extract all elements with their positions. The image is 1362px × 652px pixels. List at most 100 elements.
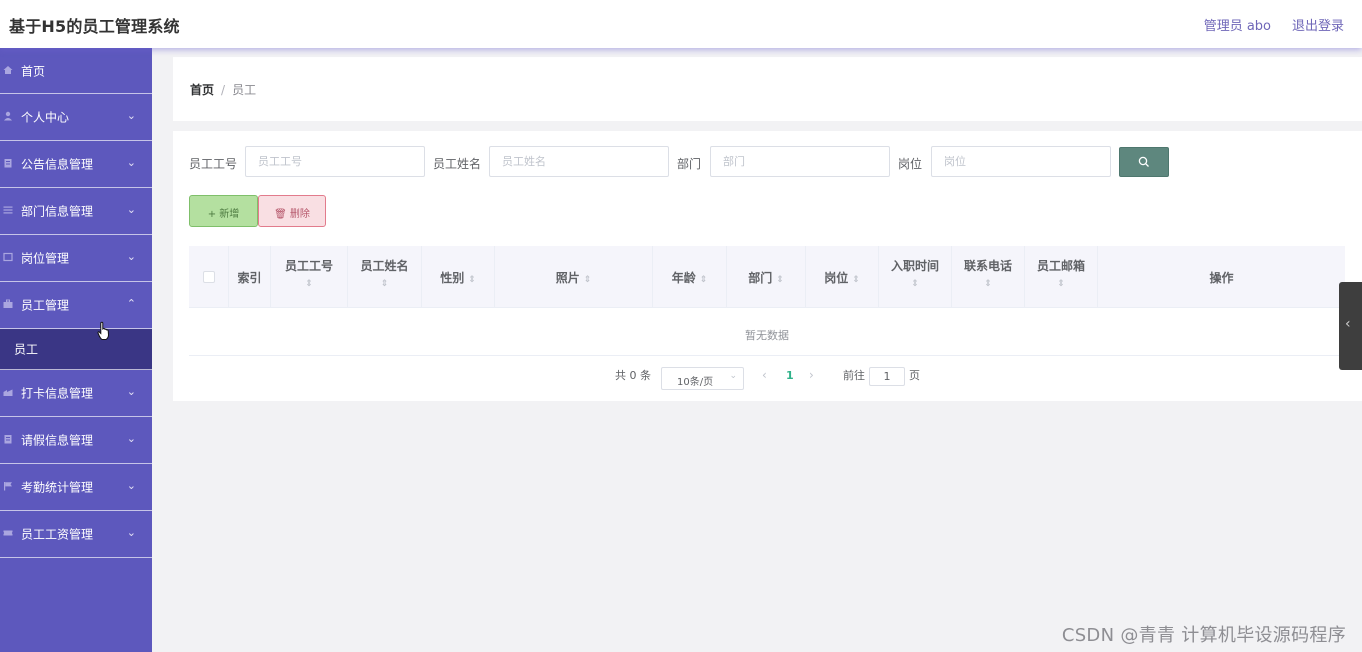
sort-icon[interactable]: ⇕: [700, 275, 708, 285]
sidebar-menu: 首页 个人中心 ⌄ 公告信息管理 ⌄ 部门信息管理 ⌄ 岗位管理 ⌄ 员工管理 …: [0, 48, 152, 652]
breadcrumb: 首页 / 员工: [190, 81, 256, 98]
sidebar-item-home[interactable]: 首页: [0, 48, 152, 94]
sidebar-item-label: 岗位管理: [21, 251, 70, 266]
chevron-down-icon: ⌄: [126, 526, 136, 540]
sort-icon[interactable]: ⇕: [271, 279, 347, 289]
employee-name-input[interactable]: [489, 146, 669, 177]
sort-icon[interactable]: ⇕: [348, 279, 421, 289]
sort-icon[interactable]: ⇕: [879, 279, 951, 289]
sidebar-item-label: 考勤统计管理: [21, 480, 94, 495]
delete-button[interactable]: 🗑 删除: [258, 195, 326, 227]
sidebar-item-label: 打卡信息管理: [21, 386, 94, 401]
sidebar-item-label: 员工管理: [21, 298, 70, 313]
sidebar-item-clockin[interactable]: 打卡信息管理 ⌄: [0, 370, 152, 417]
top-header: 基于H5的员工管理系统 管理员 abo 退出登录: [0, 0, 1362, 48]
sort-icon[interactable]: ⇕: [952, 279, 1024, 289]
breadcrumb-separator: /: [221, 83, 226, 97]
chevron-down-icon: ⌄: [126, 432, 136, 446]
search-label-employee-name: 员工姓名: [433, 157, 482, 171]
sidebar-item-label: 员工工资管理: [21, 527, 94, 542]
sidebar-subitem-label: 员工: [14, 342, 39, 357]
sidebar-item-profile[interactable]: 个人中心 ⌄: [0, 94, 152, 141]
breadcrumb-home[interactable]: 首页: [190, 83, 214, 97]
chevron-down-icon: ⌄: [126, 203, 136, 217]
sort-icon[interactable]: ⇕: [776, 275, 784, 285]
sidebar-item-post[interactable]: 岗位管理 ⌄: [0, 235, 152, 282]
flag-icon: [2, 481, 14, 493]
sidebar-item-attendance[interactable]: 考勤统计管理 ⌄: [0, 464, 152, 511]
column-header-age[interactable]: 年龄 ⇕: [653, 246, 727, 308]
sidebar-item-label: 请假信息管理: [21, 433, 94, 448]
pagination-total: 共 0 条: [615, 369, 651, 382]
leave-icon: [2, 434, 14, 446]
table-header: 索引 员工工号 ⇕ 员工姓名 ⇕ 性别 ⇕ 照片 ⇕ 年龄 ⇕ 部门 ⇕ 岗位 …: [189, 246, 1345, 308]
sidebar-item-notice[interactable]: 公告信息管理 ⌄: [0, 141, 152, 188]
search-button[interactable]: [1119, 147, 1169, 177]
sidebar-item-salary[interactable]: 员工工资管理 ⌄: [0, 511, 152, 558]
chevron-up-icon: ⌃: [126, 297, 136, 311]
chevron-down-icon: ⌄: [729, 371, 737, 381]
goto-page-input[interactable]: [869, 367, 905, 386]
delete-button-label: 🗑 删除: [274, 209, 310, 220]
department-input[interactable]: [710, 146, 890, 177]
chevron-down-icon: ⌄: [126, 479, 136, 493]
select-all-cell: [189, 246, 229, 308]
column-header-index: 索引: [229, 246, 271, 308]
search-label-employee-id: 员工工号: [189, 157, 238, 171]
sidebar-subitem-staff[interactable]: 员工: [0, 329, 152, 370]
next-page-button[interactable]: ›: [809, 368, 814, 382]
sort-icon[interactable]: ⇕: [1025, 279, 1097, 289]
staff-icon: [2, 299, 14, 311]
logout-link[interactable]: 退出登录: [1292, 15, 1344, 34]
chevron-left-icon: ‹: [1345, 316, 1351, 332]
column-header-email[interactable]: 员工邮箱 ⇕: [1025, 246, 1098, 308]
empty-text: 暂无数据: [745, 329, 789, 342]
sidebar-item-staff[interactable]: 员工管理 ⌃: [0, 282, 152, 329]
sidebar-item-department[interactable]: 部门信息管理 ⌄: [0, 188, 152, 235]
side-drawer-toggle[interactable]: ‹: [1339, 282, 1362, 370]
chevron-down-icon: ⌄: [126, 385, 136, 399]
column-header-employee-id[interactable]: 员工工号 ⇕: [271, 246, 348, 308]
column-header-photo[interactable]: 照片 ⇕: [495, 246, 653, 308]
chevron-down-icon: ⌄: [126, 109, 136, 123]
home-icon: [2, 65, 14, 77]
chevron-down-icon: ⌄: [126, 156, 136, 170]
column-header-hire-date[interactable]: 入职时间 ⇕: [879, 246, 952, 308]
goto-unit: 页: [909, 369, 920, 382]
column-header-employee-name[interactable]: 员工姓名 ⇕: [348, 246, 422, 308]
sort-icon[interactable]: ⇕: [852, 275, 860, 285]
sort-icon[interactable]: ⇕: [584, 275, 592, 285]
add-button[interactable]: + 新增: [189, 195, 258, 227]
column-header-phone[interactable]: 联系电话 ⇕: [952, 246, 1025, 308]
search-label-post: 岗位: [898, 157, 923, 171]
sidebar-item-label: 公告信息管理: [21, 157, 94, 172]
post-icon: [2, 252, 14, 264]
main-content-card: 员工工号 员工姓名 部门 岗位 + 新增 🗑 删除 索引 员工工号 ⇕ 员工姓名…: [173, 131, 1362, 401]
page-size-select[interactable]: 10条/页 ⌄: [661, 367, 744, 390]
prev-page-button[interactable]: ‹: [762, 368, 767, 382]
notice-icon: [2, 158, 14, 170]
page-number-current[interactable]: 1: [786, 369, 794, 382]
select-all-checkbox[interactable]: [203, 271, 215, 283]
admin-username: 管理员 abo: [1203, 19, 1271, 34]
breadcrumb-current: 员工: [232, 83, 257, 97]
post-input[interactable]: [931, 146, 1111, 177]
column-header-department[interactable]: 部门 ⇕: [727, 246, 806, 308]
sort-icon[interactable]: ⇕: [468, 275, 476, 285]
employee-id-input[interactable]: [245, 146, 425, 177]
goto-label: 前往: [843, 369, 865, 382]
search-label-department: 部门: [677, 157, 702, 171]
column-header-actions: 操作: [1209, 271, 1234, 285]
watermark-text: CSDN @青青 计算机毕设源码程序: [1061, 625, 1346, 646]
sidebar-item-leave[interactable]: 请假信息管理 ⌄: [0, 417, 152, 464]
clock-icon: [2, 387, 14, 399]
search-icon: [1138, 156, 1149, 167]
column-header-gender[interactable]: 性别 ⇕: [422, 246, 495, 308]
breadcrumb-card: 首页 / 员工: [173, 57, 1362, 121]
employee-table: 索引 员工工号 ⇕ 员工姓名 ⇕ 性别 ⇕ 照片 ⇕ 年龄 ⇕ 部门 ⇕ 岗位 …: [189, 246, 1345, 356]
table-empty-row: 暂无数据: [189, 308, 1345, 356]
column-header-post[interactable]: 岗位 ⇕: [806, 246, 879, 308]
chevron-down-icon: ⌄: [126, 250, 136, 264]
list-icon: [2, 205, 14, 217]
page-size-value: 10条/页: [677, 377, 714, 388]
